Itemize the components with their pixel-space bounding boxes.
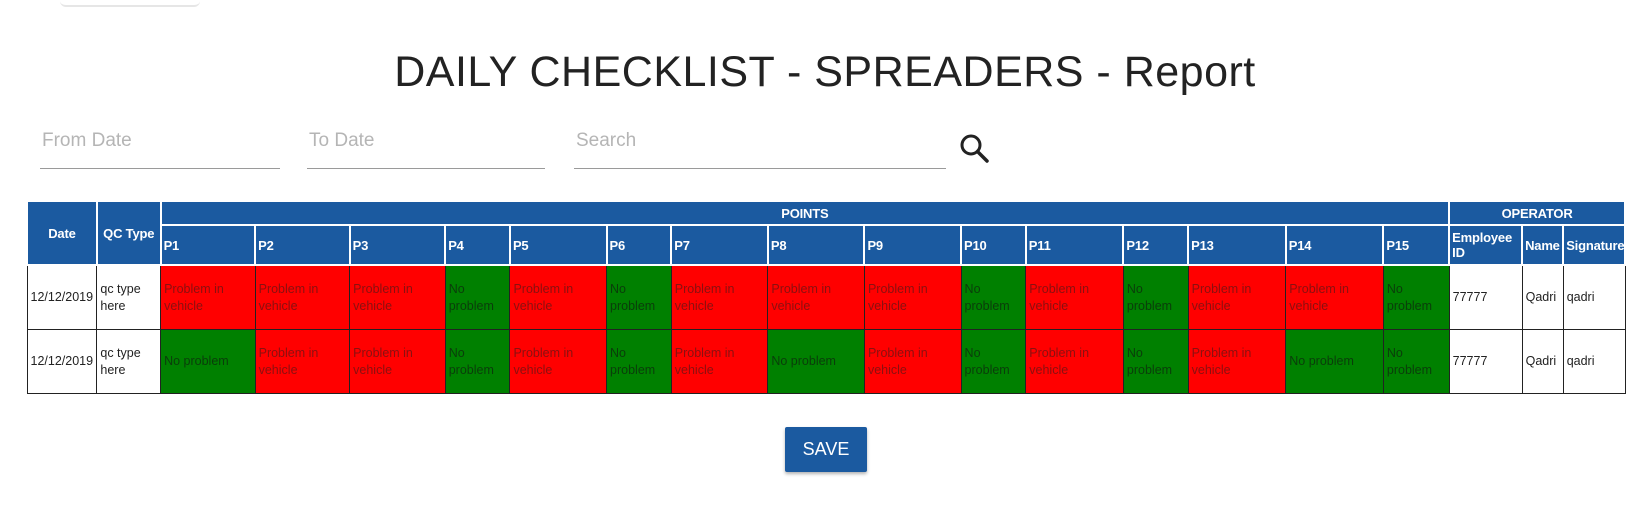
cell-qc-type: qc type here <box>96 329 162 394</box>
from-date-field[interactable] <box>40 120 282 169</box>
header-point-14[interactable]: P14 <box>1284 224 1385 266</box>
header-point-4[interactable]: P4 <box>444 224 511 266</box>
cell-point-status: Problem in vehicle <box>1187 329 1287 394</box>
cell-point-status: Problem in vehicle <box>160 264 256 330</box>
cell-qc-type: qc type here <box>96 264 162 330</box>
header-name[interactable]: Name <box>1521 224 1565 266</box>
header-group-points: POINTS <box>159 200 1451 226</box>
to-date-input[interactable] <box>307 120 547 152</box>
cell-point-status: No problem <box>1285 329 1384 394</box>
checklist-report-table: Date QC Type POINTS OPERATOR P1 P2 P3 P4 P5 P… <box>26 200 1626 394</box>
cell-point-status: No problem <box>160 329 256 394</box>
cell-date: 12/12/2019 <box>26 264 98 330</box>
header-point-3[interactable]: P3 <box>348 224 447 266</box>
cell-point-status: Problem in vehicle <box>1285 264 1384 330</box>
cell-employee-id: 77777 <box>1448 329 1523 394</box>
cell-point-status: No problem <box>444 329 511 394</box>
to-date-field[interactable] <box>307 120 547 169</box>
cell-signature: qadri <box>1562 329 1626 394</box>
cell-point-status: Problem in vehicle <box>509 264 608 330</box>
cell-point-status: No problem <box>1382 329 1450 394</box>
cell-point-status: Problem in vehicle <box>1025 264 1124 330</box>
cell-employee-id: 77777 <box>1448 264 1523 330</box>
header-point-13[interactable]: P13 <box>1187 224 1287 266</box>
header-point-9[interactable]: P9 <box>863 224 963 266</box>
header-signature[interactable]: Signature <box>1562 224 1626 266</box>
from-date-input[interactable] <box>40 120 282 152</box>
header-point-5[interactable]: P5 <box>508 224 608 266</box>
cell-point-status: No problem <box>1122 264 1189 330</box>
cell-point-status: No problem <box>606 329 672 394</box>
cell-point-status: No problem <box>1382 264 1450 330</box>
header-point-15[interactable]: P15 <box>1382 224 1451 266</box>
cell-point-status: Problem in vehicle <box>254 329 351 394</box>
cell-point-status: Problem in vehicle <box>254 264 351 330</box>
cell-point-status: No problem <box>767 329 865 394</box>
cell-point-status: Problem in vehicle <box>1025 329 1124 394</box>
cell-point-status: Problem in vehicle <box>863 264 962 330</box>
search-field[interactable] <box>574 120 948 169</box>
search-button[interactable] <box>958 132 992 166</box>
cell-point-status: Problem in vehicle <box>863 329 962 394</box>
cell-point-status: Problem in vehicle <box>349 264 446 330</box>
cell-point-status: No problem <box>960 264 1027 330</box>
save-button[interactable]: SAVE <box>785 427 867 472</box>
cell-point-status: Problem in vehicle <box>349 329 446 394</box>
header-date[interactable]: Date <box>26 200 98 266</box>
header-point-8[interactable]: P8 <box>766 224 866 266</box>
search-input[interactable] <box>574 120 948 152</box>
cell-name: Qadri <box>1521 329 1564 394</box>
cell-date: 12/12/2019 <box>26 329 98 394</box>
header-point-2[interactable]: P2 <box>254 224 351 266</box>
cell-point-status: Problem in vehicle <box>670 329 769 394</box>
header-qc-type[interactable]: QC Type <box>95 200 162 266</box>
header-point-10[interactable]: P10 <box>960 224 1027 266</box>
page-title: DAILY CHECKLIST - SPREADERS - Report <box>394 48 1256 96</box>
cell-point-status: No problem <box>606 264 672 330</box>
header-point-11[interactable]: P11 <box>1024 224 1125 266</box>
cell-point-status: Problem in vehicle <box>509 329 608 394</box>
cell-point-status: No problem <box>1122 329 1189 394</box>
table-row: 12/12/2019 qc type here No problem Problem … <box>26 329 1626 394</box>
cell-point-status: Problem in vehicle <box>670 264 769 330</box>
cell-signature: qadri <box>1562 264 1626 330</box>
header-logo-fragment <box>60 0 200 7</box>
header-point-1[interactable]: P1 <box>159 224 257 266</box>
cell-point-status: No problem <box>960 329 1027 394</box>
cell-point-status: No problem <box>444 264 511 330</box>
header-point-6[interactable]: P6 <box>605 224 673 266</box>
header-point-7[interactable]: P7 <box>670 224 769 266</box>
cell-point-status: Problem in vehicle <box>1187 264 1287 330</box>
cell-name: Qadri <box>1521 264 1564 330</box>
header-point-12[interactable]: P12 <box>1122 224 1190 266</box>
search-icon <box>960 134 989 163</box>
table-row: 12/12/2019 qc type here Problem in vehicle… <box>26 264 1626 330</box>
header-employee-id[interactable]: Employee ID <box>1448 224 1524 266</box>
header-group-operator: OPERATOR <box>1448 200 1626 226</box>
cell-point-status: Problem in vehicle <box>767 264 865 330</box>
